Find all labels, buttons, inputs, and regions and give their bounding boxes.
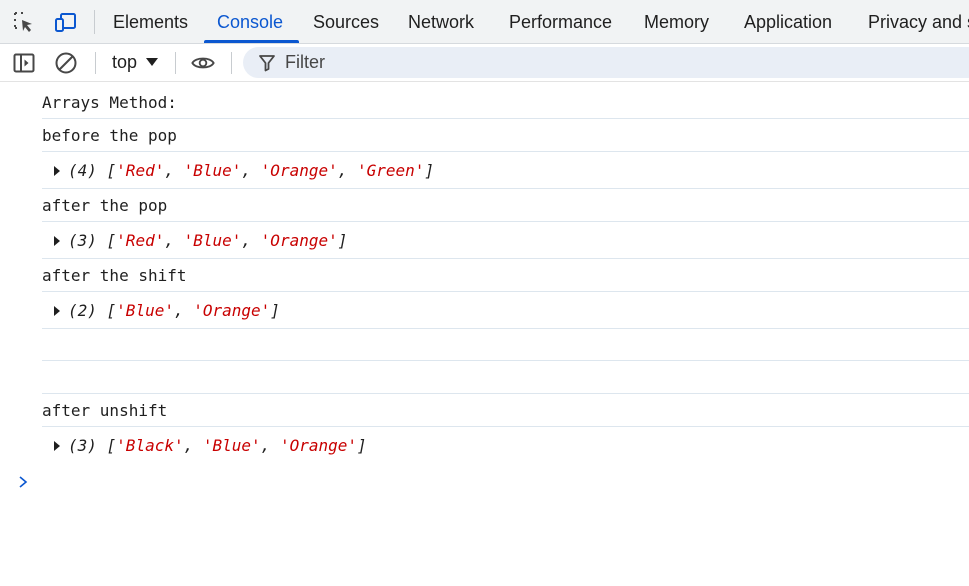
filter-input[interactable]: Filter xyxy=(243,47,969,78)
chevron-down-icon xyxy=(146,58,158,66)
console-output: Arrays Method: before the pop (4) ['Red'… xyxy=(0,83,969,586)
expand-triangle-icon[interactable] xyxy=(54,441,60,451)
expand-triangle-icon[interactable] xyxy=(54,236,60,246)
array-preview[interactable]: (3) ['Black', 'Blue', 'Orange'] xyxy=(68,436,367,455)
inspect-element-icon[interactable] xyxy=(12,10,36,34)
console-message-array[interactable]: (2) ['Blue', 'Orange'] xyxy=(42,292,969,329)
toolbar-separator xyxy=(231,52,232,74)
console-message: after the pop xyxy=(42,189,969,222)
console-message-array[interactable]: (3) ['Red', 'Blue', 'Orange'] xyxy=(42,222,969,259)
tab-console[interactable]: Console xyxy=(217,0,283,43)
log-text: before the pop xyxy=(42,126,177,145)
devtools-tab-bar: Elements Console Sources Network Perform… xyxy=(0,0,969,44)
tab-application[interactable]: Application xyxy=(744,0,832,43)
console-message-array[interactable]: (4) ['Red', 'Blue', 'Orange', 'Green'] xyxy=(42,152,969,189)
log-text: Arrays Method: xyxy=(42,93,177,112)
console-prompt-chevron-icon[interactable] xyxy=(16,475,30,489)
filter-placeholder: Filter xyxy=(285,52,325,72)
toolbar-separator xyxy=(175,52,176,74)
expand-triangle-icon[interactable] xyxy=(54,306,60,316)
console-message: after unshift xyxy=(42,394,969,427)
active-tab-indicator xyxy=(204,40,299,43)
device-toolbar-icon[interactable] xyxy=(54,10,78,34)
log-text: after the pop xyxy=(42,196,168,215)
toolbar-separator xyxy=(95,52,96,74)
tab-sources[interactable]: Sources xyxy=(313,0,379,43)
tab-elements[interactable]: Elements xyxy=(113,0,188,43)
console-message: before the pop xyxy=(42,119,969,152)
live-expression-eye-icon[interactable] xyxy=(191,51,215,75)
tab-memory[interactable]: Memory xyxy=(644,0,709,43)
clear-console-icon[interactable] xyxy=(54,51,78,75)
log-text: after the shift xyxy=(42,266,187,285)
tab-performance[interactable]: Performance xyxy=(509,0,612,43)
array-preview[interactable]: (4) ['Red', 'Blue', 'Orange', 'Green'] xyxy=(68,161,434,180)
console-message-array[interactable]: (3) ['Black', 'Blue', 'Orange'] xyxy=(42,427,969,464)
tab-network[interactable]: Network xyxy=(408,0,474,43)
console-message: Arrays Method: xyxy=(42,85,969,119)
console-toolbar: top Filter xyxy=(0,44,969,82)
tab-separator xyxy=(94,10,95,34)
console-message-empty xyxy=(42,329,969,361)
tab-privacy-and-security[interactable]: Privacy and s xyxy=(868,0,969,43)
array-preview[interactable]: (2) ['Blue', 'Orange'] xyxy=(68,301,280,320)
console-message: after the shift xyxy=(42,259,969,292)
console-message-empty xyxy=(42,361,969,394)
show-sidebar-icon[interactable] xyxy=(12,51,36,75)
javascript-context-select[interactable]: top xyxy=(112,44,137,81)
expand-triangle-icon[interactable] xyxy=(54,166,60,176)
array-preview[interactable]: (3) ['Red', 'Blue', 'Orange'] xyxy=(68,231,347,250)
log-text: after unshift xyxy=(42,401,168,420)
filter-funnel-icon xyxy=(259,55,275,72)
